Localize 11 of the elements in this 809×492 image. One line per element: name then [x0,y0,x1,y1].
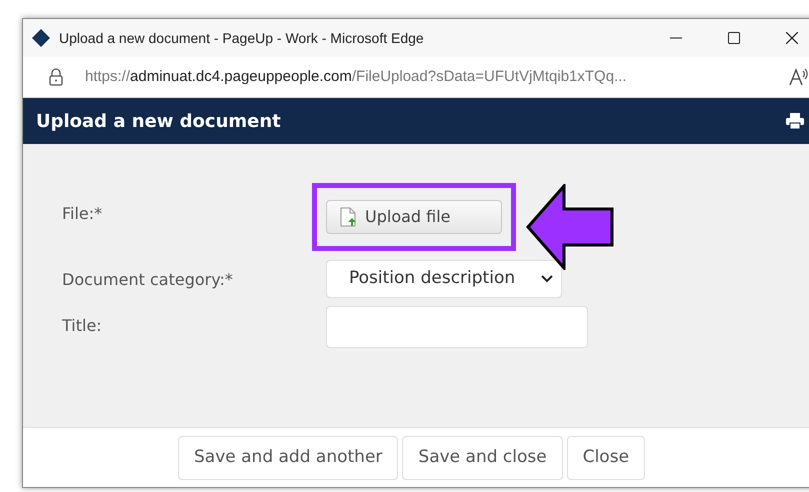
url-text[interactable]: https://adminuat.dc4.pageuppeople.com/FileUpload?sData=UFUtVjMtqib1xTQq... [85,66,627,88]
field-label: Document category:* [62,269,234,291]
window-title: Upload a new document - PageUp - Work - Microsoft Edge [59,28,424,48]
footer-button[interactable]: Save and add another [178,436,398,480]
upload-file-button[interactable]: Upload file [326,200,502,234]
footer-button[interactable]: Save and close [402,436,563,480]
field-label: Title: [62,315,103,337]
footer-button[interactable]: Close [566,436,646,480]
field-label: File:* [62,203,104,225]
category-dropdown[interactable]: Position description [326,260,562,298]
page-title: Upload a new document [36,110,281,134]
